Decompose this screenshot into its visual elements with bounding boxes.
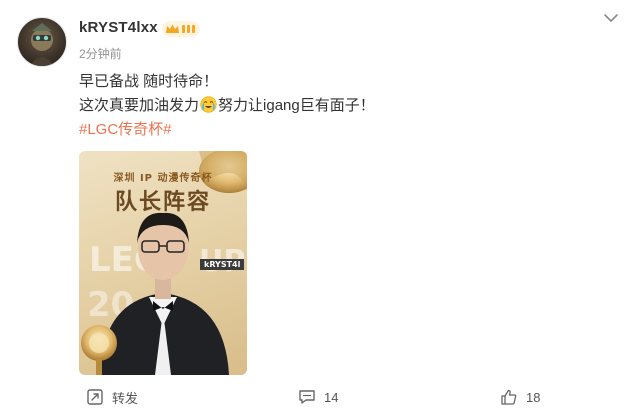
post-timestamp[interactable]: 2分钟前 [79, 45, 122, 62]
poster-name-tag: kRYST4l [200, 259, 245, 270]
thumbs-up-icon [500, 388, 518, 406]
repost-button[interactable]: 转发 [86, 384, 138, 410]
poster-title: 队长阵容 [114, 190, 211, 215]
post-text-segment: 这次真要加油发力 [79, 97, 200, 114]
username[interactable]: kRYST4lxx [79, 19, 158, 36]
poster-subtitle: 深圳 IP 动漫传奇杯 [113, 173, 213, 184]
avatar[interactable] [17, 17, 67, 67]
post-text-line-2: 这次真要加油发力 努力让igang巨有面子！ [79, 96, 375, 116]
crying-laugh-emoji-icon [200, 96, 217, 113]
post-text-line-3: #LGC传奇杯# [79, 120, 172, 140]
repost-label: 转发 [112, 390, 139, 406]
weibo-post-card: kRYST4lxx 2分钟前 早已备战 随时待命！ 这次真要加油发力 努力让iga… [0, 0, 640, 418]
comment-count: 14 [324, 389, 339, 405]
chevron-down-icon[interactable] [603, 12, 619, 24]
comment-button[interactable]: 14 [298, 384, 338, 410]
post-text-line-1: 早已备战 随时待命！ [79, 73, 219, 90]
like-count: 18 [526, 389, 541, 405]
comment-icon [298, 388, 316, 406]
post-image[interactable]: LEG UP 20 深圳 IP 动漫传奇杯 队长阵容 kRYST4l [79, 151, 247, 375]
post-action-bar: 转发 14 18 [0, 384, 640, 410]
like-button[interactable]: 18 [500, 384, 540, 410]
hashtag-link[interactable]: #LGC传奇杯# [79, 121, 172, 138]
vip-crown-badge[interactable] [162, 21, 200, 37]
repost-icon [86, 388, 104, 406]
post-text-segment: 努力让igang巨有面子！ [218, 97, 375, 114]
